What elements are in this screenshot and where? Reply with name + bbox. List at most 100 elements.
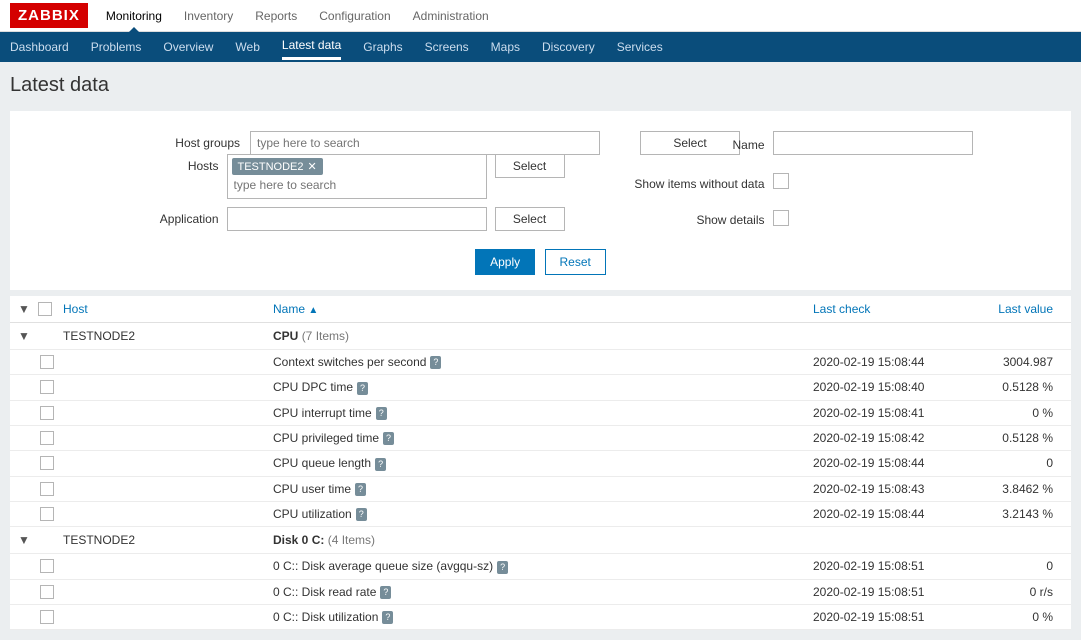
- help-icon[interactable]: ?: [497, 561, 508, 574]
- topnav-administration[interactable]: Administration: [413, 9, 489, 23]
- sub-nav: Dashboard Problems Overview Web Latest data G…: [0, 32, 1081, 62]
- show-without-data-checkbox[interactable]: [773, 173, 789, 189]
- name-label2: Name: [605, 133, 765, 152]
- group-row: ▼TESTNODE2CPU (7 Items): [10, 323, 1071, 350]
- subnav-problems[interactable]: Problems: [91, 40, 142, 54]
- hosts-select-button[interactable]: Select: [495, 154, 565, 178]
- collapse-all-icon[interactable]: ▼: [18, 302, 38, 316]
- col-host[interactable]: Host: [63, 302, 273, 316]
- item-checkbox[interactable]: [40, 406, 54, 420]
- item-checkbox[interactable]: [40, 507, 54, 521]
- help-icon[interactable]: ?: [380, 586, 391, 599]
- data-table: ▼ Host Name ▲ Last check Last value ▼TES…: [10, 296, 1071, 630]
- item-lastvalue: 0 r/s: [953, 585, 1063, 599]
- item-row: CPU utilization?2020-02-19 15:08:443.214…: [10, 502, 1071, 527]
- name-input[interactable]: [773, 131, 973, 155]
- item-lastcheck: 2020-02-19 15:08:41: [813, 406, 953, 420]
- item-lastvalue: 0: [953, 559, 1063, 573]
- item-checkbox[interactable]: [40, 610, 54, 624]
- item-checkbox[interactable]: [40, 456, 54, 470]
- topnav-monitoring[interactable]: Monitoring: [106, 9, 162, 23]
- item-name: CPU DPC time?: [273, 380, 813, 394]
- help-icon[interactable]: ?: [383, 432, 394, 445]
- item-name: CPU privileged time?: [273, 431, 813, 445]
- apply-button[interactable]: Apply: [475, 249, 535, 275]
- help-icon[interactable]: ?: [356, 508, 367, 521]
- topnav-inventory[interactable]: Inventory: [184, 9, 233, 23]
- item-checkbox[interactable]: [40, 355, 54, 369]
- item-row: CPU privileged time?2020-02-19 15:08:420…: [10, 426, 1071, 451]
- topnav-configuration[interactable]: Configuration: [319, 9, 390, 23]
- group-name: Disk 0 C: (4 Items): [273, 533, 813, 547]
- item-name: 0 C:: Disk utilization?: [273, 610, 813, 624]
- help-icon[interactable]: ?: [357, 382, 368, 395]
- item-checkbox[interactable]: [40, 585, 54, 599]
- item-name: 0 C:: Disk read rate?: [273, 585, 813, 599]
- group-count: (4 Items): [328, 533, 375, 547]
- item-lastvalue: 3.8462 %: [953, 482, 1063, 496]
- group-collapse-icon[interactable]: ▼: [18, 329, 38, 343]
- show-details-checkbox[interactable]: [773, 210, 789, 226]
- subnav-latest-data[interactable]: Latest data: [282, 38, 341, 60]
- subnav-web[interactable]: Web: [235, 40, 259, 54]
- select-all-checkbox[interactable]: [38, 302, 52, 316]
- group-collapse-icon[interactable]: ▼: [18, 533, 38, 547]
- item-row: CPU DPC time?2020-02-19 15:08:400.5128 %: [10, 375, 1071, 400]
- item-name: Context switches per second?: [273, 355, 813, 369]
- item-checkbox[interactable]: [40, 431, 54, 445]
- col-name[interactable]: Name ▲: [273, 302, 813, 316]
- item-lastcheck: 2020-02-19 15:08:43: [813, 482, 953, 496]
- group-count: (7 Items): [302, 329, 349, 343]
- item-checkbox[interactable]: [40, 482, 54, 496]
- item-lastcheck: 2020-02-19 15:08:44: [813, 355, 953, 369]
- item-lastvalue: 0 %: [953, 406, 1063, 420]
- item-row: CPU interrupt time?2020-02-19 15:08:410 …: [10, 401, 1071, 426]
- subnav-maps[interactable]: Maps: [491, 40, 520, 54]
- item-row: 0 C:: Disk read rate?2020-02-19 15:08:51…: [10, 580, 1071, 605]
- help-icon[interactable]: ?: [355, 483, 366, 496]
- reset-button[interactable]: Reset: [545, 249, 606, 275]
- item-lastcheck: 2020-02-19 15:08:40: [813, 380, 953, 394]
- item-lastvalue: 0.5128 %: [953, 431, 1063, 445]
- item-lastcheck: 2020-02-19 15:08:51: [813, 585, 953, 599]
- show-without-data-label: Show items without data: [605, 172, 765, 191]
- subnav-screens[interactable]: Screens: [425, 40, 469, 54]
- application-label: Application: [109, 207, 219, 226]
- filter-panel: Host groups Select Name Host groups Host…: [10, 111, 1071, 290]
- item-lastcheck: 2020-02-19 15:08:42: [813, 431, 953, 445]
- item-lastvalue: 0: [953, 456, 1063, 470]
- col-lastvalue: Last value: [953, 302, 1063, 316]
- application-select-button[interactable]: Select: [495, 207, 565, 231]
- sort-asc-icon: ▲: [308, 305, 318, 316]
- subnav-overview[interactable]: Overview: [163, 40, 213, 54]
- subnav-dashboard[interactable]: Dashboard: [10, 40, 69, 54]
- hosts-tag-remove-icon[interactable]: ✕: [308, 161, 317, 173]
- item-lastvalue: 3004.987: [953, 355, 1063, 369]
- table-header: ▼ Host Name ▲ Last check Last value: [10, 296, 1071, 323]
- help-icon[interactable]: ?: [382, 611, 393, 624]
- top-nav: ZABBIX MonitoringInventoryReportsConfigu…: [0, 0, 1081, 32]
- help-icon[interactable]: ?: [430, 356, 441, 369]
- item-row: 0 C:: Disk utilization?2020-02-19 15:08:…: [10, 605, 1071, 630]
- subnav-services[interactable]: Services: [617, 40, 663, 54]
- subnav-graphs[interactable]: Graphs: [363, 40, 402, 54]
- hosts-multiselect[interactable]: TESTNODE2✕: [227, 154, 487, 199]
- filter-buttons: Apply Reset: [40, 249, 1041, 275]
- subnav-discovery[interactable]: Discovery: [542, 40, 595, 54]
- item-checkbox[interactable]: [40, 380, 54, 394]
- group-host: TESTNODE2: [63, 533, 273, 547]
- page-title: Latest data: [0, 62, 1081, 111]
- item-name: CPU queue length?: [273, 456, 813, 470]
- hosts-tag[interactable]: TESTNODE2✕: [232, 158, 323, 175]
- item-row: Context switches per second?2020-02-19 1…: [10, 350, 1071, 375]
- item-row: CPU user time?2020-02-19 15:08:433.8462 …: [10, 477, 1071, 502]
- hosts-input[interactable]: [232, 175, 482, 195]
- group-name: CPU (7 Items): [273, 329, 813, 343]
- hosts-label: Hosts: [109, 154, 219, 173]
- topnav-reports[interactable]: Reports: [255, 9, 297, 23]
- help-icon[interactable]: ?: [375, 458, 386, 471]
- application-input[interactable]: [227, 207, 487, 231]
- help-icon[interactable]: ?: [376, 407, 387, 420]
- col-lastcheck[interactable]: Last check: [813, 302, 953, 316]
- item-checkbox[interactable]: [40, 559, 54, 573]
